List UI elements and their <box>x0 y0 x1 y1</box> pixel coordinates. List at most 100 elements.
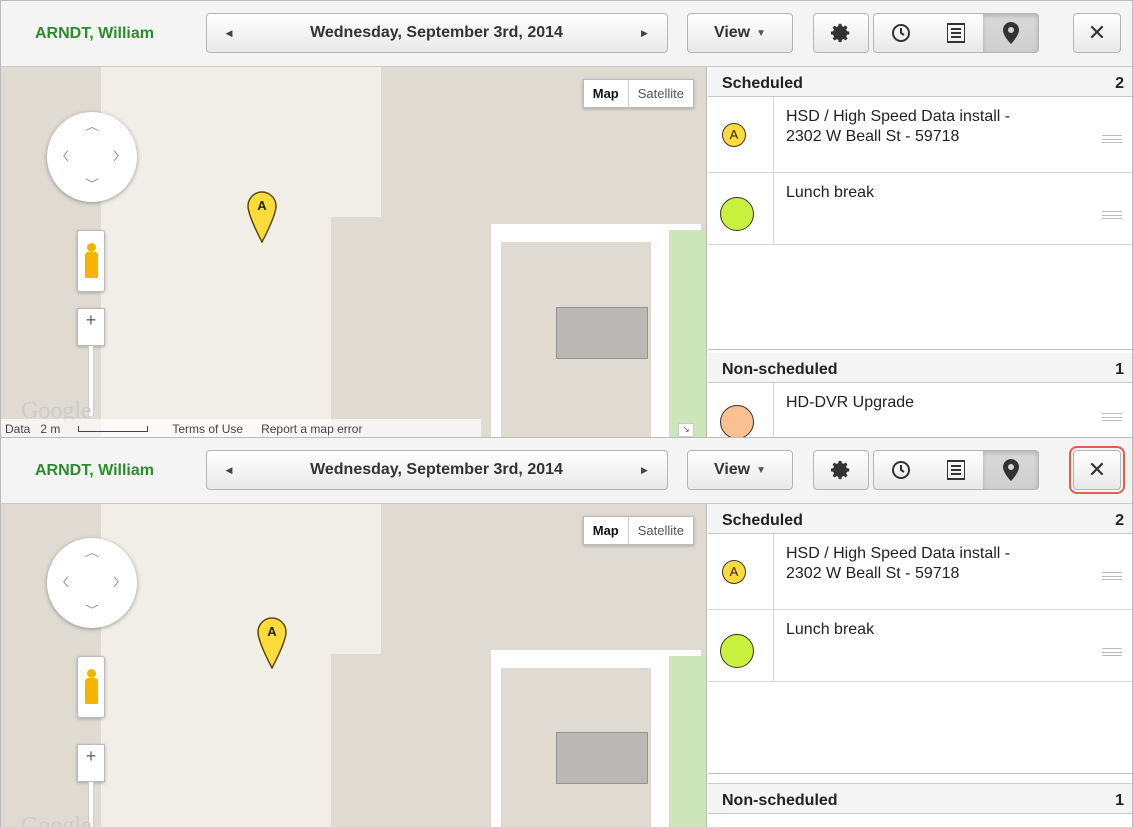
map-type-satellite-button[interactable]: Satellite <box>629 517 693 544</box>
clock-icon <box>892 461 910 479</box>
job-row[interactable]: HD-DVR Upgrade <box>708 383 1132 437</box>
scheduled-header: Scheduled 2 <box>708 67 1132 97</box>
drag-handle-icon[interactable] <box>1102 572 1122 580</box>
pegman-head <box>87 669 96 678</box>
map-view[interactable]: Map Satellite ︿ ﹀ 〈 〉 + A Google <box>1 504 707 827</box>
resize-corner-icon[interactable]: ↘ <box>678 423 694 437</box>
map-park <box>669 656 706 827</box>
pan-down-icon[interactable]: ﹀ <box>85 176 99 192</box>
pan-right-icon[interactable]: 〉 <box>113 148 127 164</box>
section-divider <box>708 774 1132 784</box>
terms-link[interactable]: Terms of Use <box>172 422 243 436</box>
close-icon: ✕ <box>1087 20 1107 45</box>
pan-control[interactable]: ︿ ﹀ 〈 〉 <box>47 112 137 202</box>
job-row[interactable]: A HSD / High Speed Data install - 2302 W… <box>708 97 1132 173</box>
job-row[interactable]: Lunch break <box>708 173 1132 245</box>
settings-button[interactable] <box>813 13 869 53</box>
drag-handle-icon[interactable] <box>1102 135 1122 143</box>
date-display[interactable]: Wednesday, September 3rd, 2014 <box>251 13 623 53</box>
gear-icon <box>830 460 850 480</box>
map-attribution: Data 2 m Terms of Use Report a map error <box>1 419 481 437</box>
technician-name[interactable]: ARNDT, William <box>35 25 154 43</box>
job-row[interactable]: Lunch break <box>708 610 1132 682</box>
chevron-left-icon: ◀ <box>225 27 233 38</box>
pegman-body <box>85 252 98 278</box>
map-marker-a-icon[interactable]: A <box>257 617 287 669</box>
close-icon: ✕ <box>1087 457 1107 482</box>
job-icon-cell <box>708 383 774 437</box>
close-button[interactable]: ✕ <box>1073 13 1121 53</box>
pan-right-icon[interactable]: 〉 <box>113 574 127 590</box>
time-view-button[interactable] <box>873 13 929 53</box>
job-line2: 2302 W Beall St - 59718 <box>786 128 960 145</box>
street-view-pegman-icon[interactable] <box>77 230 105 292</box>
list-icon <box>946 460 965 480</box>
next-day-button[interactable]: ▶ <box>622 450 668 490</box>
map-view-button[interactable] <box>983 13 1039 53</box>
pegman-head <box>87 243 96 252</box>
report-error-link[interactable]: Report a map error <box>261 422 362 436</box>
map-type-satellite-button[interactable]: Satellite <box>629 80 693 107</box>
map-scale-label: 2 m <box>40 422 61 436</box>
gear-icon <box>830 23 850 43</box>
scheduled-title: Scheduled <box>722 75 803 92</box>
job-icon-cell: A <box>708 97 774 172</box>
pan-down-icon[interactable]: ﹀ <box>85 602 99 618</box>
scheduled-header: Scheduled 2 <box>708 504 1132 534</box>
drag-handle-icon[interactable] <box>1102 413 1122 421</box>
job-icon-cell <box>708 173 774 244</box>
prev-day-button[interactable]: ◀ <box>206 450 252 490</box>
time-view-button[interactable] <box>873 450 929 490</box>
job-description: HSD / High Speed Data install - 2302 W B… <box>786 107 1086 147</box>
technician-name[interactable]: ARNDT, William <box>35 462 154 480</box>
close-button[interactable]: ✕ <box>1069 446 1125 494</box>
pan-left-icon[interactable]: 〈 <box>55 148 69 164</box>
drag-handle-icon[interactable] <box>1102 211 1122 219</box>
prev-day-button[interactable]: ◀ <box>206 13 252 53</box>
view-dropdown[interactable]: View ▼ <box>687 450 793 490</box>
zoom-in-button[interactable]: + <box>77 308 105 346</box>
chevron-right-icon: ▶ <box>641 464 648 475</box>
nonscheduled-title: Non-scheduled <box>722 361 838 378</box>
chevron-right-icon: ▶ <box>641 27 648 38</box>
map-pin-icon <box>1002 459 1019 481</box>
view-dropdown[interactable]: View ▼ <box>687 13 793 53</box>
map-park <box>669 230 706 437</box>
toolbar: ARNDT, William ◀ Wednesday, September 3r… <box>1 438 1132 504</box>
map-type-map-button[interactable]: Map <box>584 517 629 544</box>
view-label: View <box>713 461 751 478</box>
google-logo: Google <box>21 813 92 827</box>
caret-down-icon: ▼ <box>756 464 767 476</box>
job-line1: HSD / High Speed Data install - <box>786 545 1011 562</box>
map-type-map-button[interactable]: Map <box>584 80 629 107</box>
job-status-a-icon: A <box>722 560 746 584</box>
scheduled-title: Scheduled <box>722 512 803 529</box>
map-type-control: Map Satellite <box>582 79 694 108</box>
map-view-button[interactable] <box>983 450 1039 490</box>
list-view-button[interactable] <box>928 13 984 53</box>
job-icon-cell <box>708 610 774 681</box>
pan-up-icon[interactable]: ︿ <box>85 118 99 134</box>
job-status-green-icon <box>720 197 754 231</box>
job-line1: HSD / High Speed Data install - <box>786 108 1011 125</box>
map-view[interactable]: Map Satellite ︿ ﹀ 〈 〉 + A Google Data 2 … <box>1 67 707 437</box>
nonscheduled-header: Non-scheduled 1 <box>708 784 1132 814</box>
map-marker-label: A <box>257 198 267 213</box>
pan-left-icon[interactable]: 〈 <box>55 574 69 590</box>
scheduled-count: 2 <box>1115 512 1124 529</box>
street-view-pegman-icon[interactable] <box>77 656 105 718</box>
next-day-button[interactable]: ▶ <box>622 13 668 53</box>
job-line2: 2302 W Beall St - 59718 <box>786 565 960 582</box>
zoom-in-button[interactable]: + <box>77 744 105 782</box>
job-row[interactable]: A HSD / High Speed Data install - 2302 W… <box>708 534 1132 610</box>
map-overlay-box <box>556 307 648 359</box>
drag-handle-icon[interactable] <box>1102 648 1122 656</box>
settings-button[interactable] <box>813 450 869 490</box>
map-marker-a-icon[interactable]: A <box>247 191 277 243</box>
date-display[interactable]: Wednesday, September 3rd, 2014 <box>251 450 623 490</box>
list-view-button[interactable] <box>928 450 984 490</box>
pan-control[interactable]: ︿ ﹀ 〈 〉 <box>47 538 137 628</box>
job-line1: Lunch break <box>786 621 875 638</box>
map-scale-bar <box>78 426 149 432</box>
pan-up-icon[interactable]: ︿ <box>85 544 99 560</box>
